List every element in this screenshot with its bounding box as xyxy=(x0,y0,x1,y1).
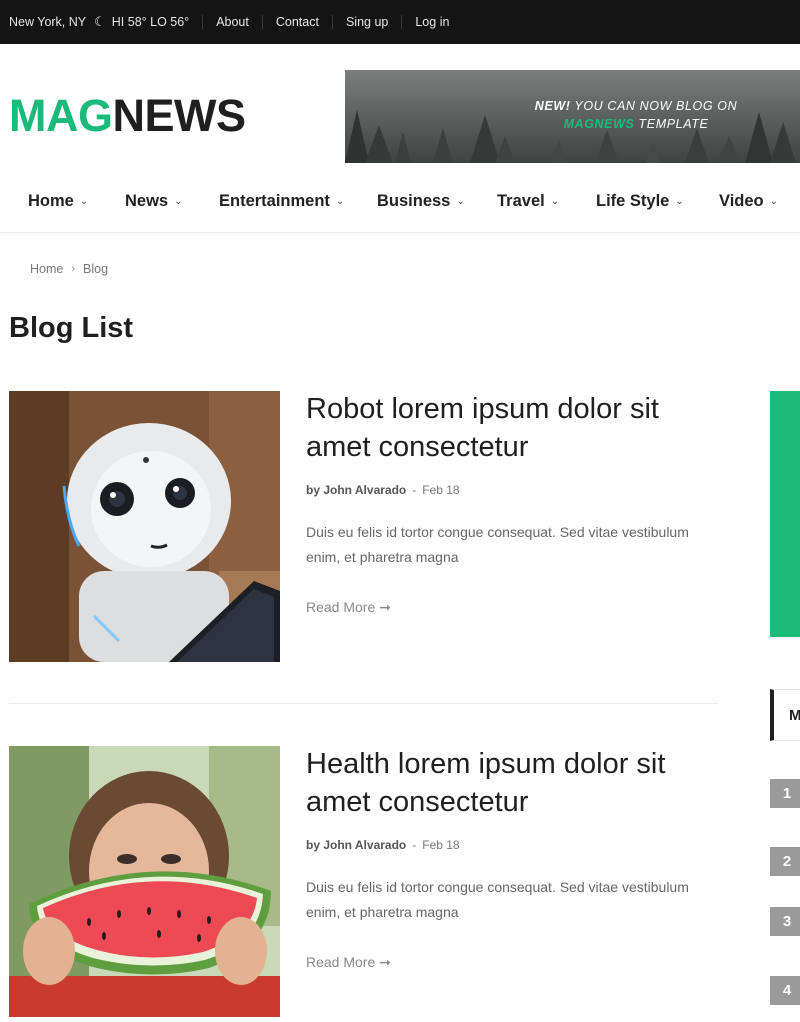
divider xyxy=(401,15,403,29)
header-ad-banner[interactable]: NEW! YOU CAN NOW BLOG ON MAGNEWS TEMPLAT… xyxy=(345,70,800,163)
nav-label: Video xyxy=(719,192,764,210)
nav-item-home[interactable]: Home ⌄ xyxy=(28,192,88,211)
chevron-right-icon: › xyxy=(71,263,76,275)
post-date: Feb 18 xyxy=(422,483,460,497)
site-logo[interactable]: MAGNEWS xyxy=(9,92,246,140)
post-excerpt: Duis eu felis id tortor congue consequat… xyxy=(306,879,689,920)
sidebar-ad-block[interactable] xyxy=(770,391,800,637)
logo-part-mag: MAG xyxy=(9,90,113,141)
chevron-down-icon: ⌄ xyxy=(769,196,779,207)
meta-separator: - xyxy=(412,483,417,497)
post-author[interactable]: by John Alvarado xyxy=(306,838,406,852)
divider xyxy=(202,15,204,29)
read-more-link[interactable]: Read More ➞ xyxy=(306,954,391,971)
post-thumbnail-robot[interactable] xyxy=(9,391,280,662)
banner-text: NEW! YOU CAN NOW BLOG ON MAGNEWS TEMPLAT… xyxy=(526,97,746,133)
main-nav: Home ⌄ News ⌄ Entertainment ⌄ Business ⌄ Tra… xyxy=(0,178,800,233)
sidebar-rank-badge: 3 xyxy=(770,907,800,936)
nav-label: Home xyxy=(28,192,74,210)
nav-label: Life Style xyxy=(596,192,670,210)
weather-text: HI 58° LO 56° xyxy=(111,15,190,29)
meta-separator: - xyxy=(412,838,417,852)
post-divider xyxy=(9,703,718,704)
about-link[interactable]: About xyxy=(216,15,249,29)
post-thumbnail-health[interactable] xyxy=(9,746,280,1017)
post-meta: by John Alvarado - Feb 18 xyxy=(306,483,460,497)
chevron-down-icon: ⌄ xyxy=(335,196,345,207)
sidebar-rank-badge: 1 xyxy=(770,779,800,808)
logo-part-news: NEWS xyxy=(112,90,247,141)
read-more-link[interactable]: Read More ➞ xyxy=(306,599,391,616)
nav-item-entertainment[interactable]: Entertainment ⌄ xyxy=(219,192,344,211)
breadcrumb-home[interactable]: Home xyxy=(30,262,63,276)
nav-item-video[interactable]: Video ⌄ xyxy=(719,192,778,211)
nav-item-news[interactable]: News ⌄ xyxy=(125,192,183,211)
chevron-down-icon: ⌄ xyxy=(456,196,465,207)
divider xyxy=(331,15,333,29)
top-bar: New York, NY ☾ HI 58° LO 56° About Conta… xyxy=(0,0,800,44)
nav-label: Entertainment xyxy=(219,192,330,210)
robot-image xyxy=(9,391,280,662)
sidebar-widget-heading: M xyxy=(770,689,800,741)
chevron-down-icon: ⌄ xyxy=(79,196,89,207)
nav-item-life-style[interactable]: Life Style ⌄ xyxy=(596,192,684,211)
nav-label: News xyxy=(125,192,169,210)
watermelon-girl-image xyxy=(9,746,280,1017)
nav-item-business[interactable]: Business ⌄ xyxy=(377,192,465,211)
weather-widget: New York, NY ☾ HI 58° LO 56° xyxy=(0,14,189,30)
post-meta: by John Alvarado - Feb 18 xyxy=(306,838,460,852)
chevron-down-icon: ⌄ xyxy=(550,196,560,207)
arrow-right-icon: ➞ xyxy=(379,599,391,615)
read-more-label: Read More xyxy=(306,599,376,615)
contact-link[interactable]: Contact xyxy=(276,15,319,29)
post-author[interactable]: by John Alvarado xyxy=(306,483,406,497)
read-more-label: Read More xyxy=(306,954,376,970)
nav-label: Travel xyxy=(497,192,545,210)
banner-new-label: NEW! xyxy=(534,99,571,113)
banner-line2: TEMPLATE xyxy=(638,117,709,131)
sidebar-rank-badge: 4 xyxy=(770,976,800,1005)
nav-item-travel[interactable]: Travel ⌄ xyxy=(497,192,559,211)
post-excerpt: Duis eu felis id tortor congue consequat… xyxy=(306,524,689,565)
login-link[interactable]: Log in xyxy=(415,15,449,29)
breadcrumb: Home › Blog xyxy=(30,262,108,276)
arrow-right-icon: ➞ xyxy=(379,954,391,970)
chevron-down-icon: ⌄ xyxy=(174,196,183,207)
page-title: Blog List xyxy=(9,312,134,344)
signup-link[interactable]: Sing up xyxy=(346,15,388,29)
breadcrumb-current: Blog xyxy=(83,262,109,276)
nav-label: Business xyxy=(377,192,451,210)
sidebar-rank-badge: 2 xyxy=(770,847,800,876)
chevron-down-icon: ⌄ xyxy=(675,196,684,207)
moon-icon: ☾ xyxy=(94,14,106,29)
post-title[interactable]: Robot lorem ipsum dolor sit amet consect… xyxy=(306,390,726,466)
location-text: New York, NY xyxy=(9,15,87,29)
banner-brand: MAGNEWS xyxy=(563,117,635,131)
post-title[interactable]: Health lorem ipsum dolor sit amet consec… xyxy=(306,745,726,821)
banner-line1: YOU CAN NOW BLOG ON xyxy=(574,99,738,113)
divider xyxy=(261,15,263,29)
post-date: Feb 18 xyxy=(422,838,460,852)
